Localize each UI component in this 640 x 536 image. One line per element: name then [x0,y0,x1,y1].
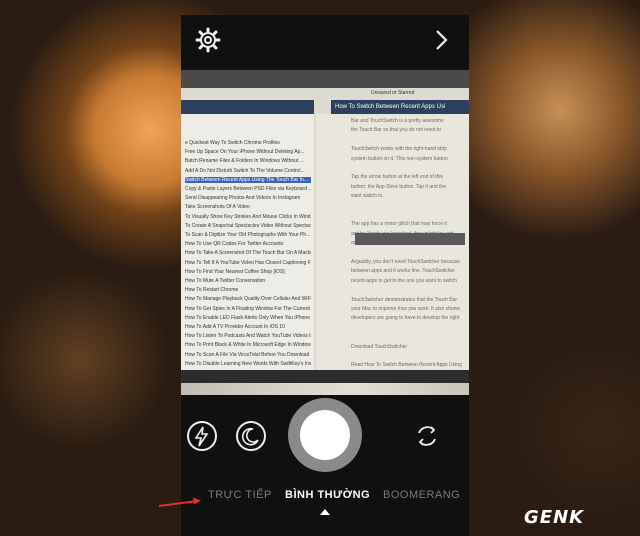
link-item: How To Manage Playback Quality Over Cell… [185,296,311,303]
camera-top-bar [181,15,469,70]
switch-camera-icon[interactable] [413,422,441,450]
article-line: Arguably, you don't need TouchSwitcher b… [351,259,460,265]
article-line: Read How To Switch Between Recent Apps U… [351,362,462,369]
windows-taskbar [181,370,469,383]
link-item: How To Scan A File Via VirusTotal Before… [185,351,311,358]
link-item: Send Disappearing Photos And Videos In I… [185,195,301,202]
settings-gear-icon[interactable] [195,27,221,53]
link-item: Take Screenshots Of A Video [185,204,250,211]
red-arrow-annotation [157,496,203,510]
link-item: Batch Rename Files & Folders In Windows … [185,158,304,165]
link-item: Add A Do Not Disturb Switch To The Volum… [185,167,305,174]
article-line: developers are going to have to develop … [351,315,460,322]
shutter-button-inner[interactable] [300,410,350,460]
article-line: system button on it. This non-system but… [351,155,448,162]
article-line: Download TouchSwitcher [351,343,408,350]
link-item: How To Take A Screenshot Of The Touch Ba… [185,250,311,257]
link-item: How To Find Your Nearest Coffee Shop [iO… [185,268,285,275]
camera-controls: TRỰC TIẾP BÌNH THƯỜNG BOOMERANG [181,395,469,536]
link-item: How To Listen To Podcasts And Watch YouT… [185,333,311,340]
selected-mode-indicator [320,509,330,515]
chevron-right-icon[interactable] [431,28,451,52]
browser-url-bar: Unsaved or Starred [181,88,469,100]
link-item: To Visually Show Key Strokes And Mouse C… [185,213,311,220]
link-item: Copy & Paste Layers Between PSD Files vi… [185,186,311,192]
article-line: TouchSwitcher demonstrates that the Touc… [351,296,458,303]
link-item: To Scan & Digitize Your Old Photographs … [185,232,311,238]
genk-watermark-logo: GENK [524,507,585,528]
article-line: between apps and it works fine. TouchSwi… [351,268,455,275]
link-item: How To Tell If A YouTube Video Has Close… [185,259,311,266]
link-item: e Quickest Way To Switch Chrome Profiles [185,140,280,146]
link-item: How To Get Spies In A Floating Window Fo… [185,305,311,312]
mode-normal[interactable]: BÌNH THƯỜNG [285,489,370,501]
article-line: Tap the arrow button at the left end of … [351,174,444,181]
browser-tab-bar [181,70,469,88]
flash-icon[interactable] [187,421,217,451]
mode-live[interactable]: TRỰC TIẾP [208,489,272,501]
url-text: Unsaved or Starred [371,90,415,96]
link-item: How To Restart Chrome [185,287,239,294]
article-line: recent apps to get to the one you want t… [351,277,457,284]
link-item: How To Add A TV Provider Account In iOS … [185,324,285,330]
link-item: Free Up Space On Your iPhone Without Del… [185,149,305,156]
link-item: How To Mute A Twitter Conversation [185,278,266,284]
night-mode-icon[interactable] [236,421,266,451]
browser-tab-title: How To Switch Between Recent Apps Usi [331,100,469,114]
article-line: want switch to. [351,193,384,200]
link-item: Switch Between Recent Apps Using The Tou… [185,176,311,183]
article-line: the Touch Bar so that you do not need to [351,127,441,134]
camera-viewfinder: Unsaved or Starred How To Switch Between… [181,70,469,395]
left-pane-header [181,100,314,114]
mode-boomerang[interactable]: BOOMERANG [383,489,460,501]
article-line: The app has a minor glitch that may forc… [351,221,447,228]
camera-screen: Unsaved or Starred How To Switch Between… [181,15,469,536]
link-item: How To Disable Learning New Words With S… [185,360,311,367]
link-item: To Create A Snapchat Spectacles Video Wi… [185,222,311,229]
shutter-button[interactable] [288,398,362,472]
article-line: Bar and TouchSwitch is a pretty awesome [351,118,444,124]
link-item: How To Print Black & White In Microsoft … [185,342,311,349]
link-item: How To Use QR Codes For Twitter Accounts [185,241,284,248]
article-line: TouchSwitch works with the right-hand st… [351,146,447,153]
article-line: button; the App Store button. Tap it and… [351,183,446,190]
article-screenshot-strip [355,233,465,245]
link-item: How To Enable LED Flash Alerts Only When… [185,314,311,321]
article-line: your Mac to improve how you work. It als… [351,306,460,312]
